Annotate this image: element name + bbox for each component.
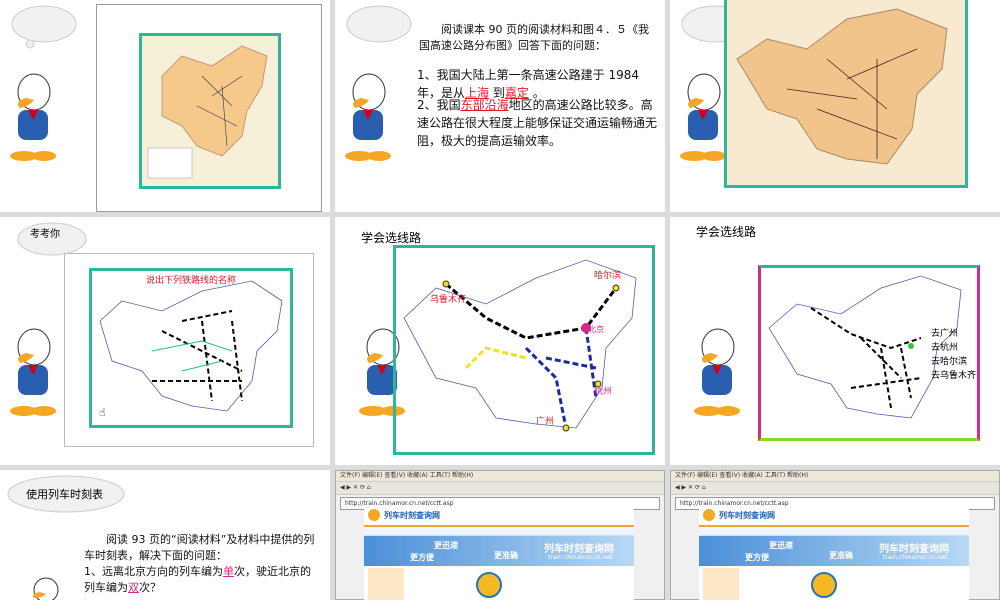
site-body	[699, 566, 969, 600]
route-harbin: 去哈尔滨	[931, 357, 968, 367]
site-name: 列车时刻查询网	[719, 511, 775, 520]
site-name: 列车时刻查询网	[384, 511, 440, 520]
banner-text-3: 更方便	[745, 553, 769, 562]
question-2: 2、我国东部沿海地区的高速公路比较多。高速公路在很大程度上能够保证交通运输畅通无…	[417, 98, 658, 148]
slide-title: 使用列车时刻表	[26, 488, 103, 501]
site-body	[364, 566, 634, 600]
map-frame: 说出下列铁路线的名称 ☝	[64, 253, 314, 447]
browser-window: 文件(F) 编辑(E) 查看(V) 收藏(A) 工具(T) 帮助(H) ◀ ▶ …	[670, 470, 1000, 600]
cloud-decoration	[11, 5, 77, 49]
train-site: 列车时刻查询网 更迅速 更方便 更准确 列车时刻查询网 train.chinam…	[699, 507, 969, 600]
highway-map-large	[724, 0, 968, 188]
browser-toolbar[interactable]: ◀ ▶ ✕ ⟳ ⌂	[671, 482, 999, 495]
map-title: 说出下列铁路线的名称	[146, 276, 237, 286]
highway-map	[139, 33, 281, 189]
cursor-icon: ☝	[99, 406, 106, 419]
banner-site-name: 列车时刻查询网	[544, 544, 614, 555]
slide-3[interactable]	[670, 0, 1000, 212]
site-logo-icon	[703, 509, 715, 521]
site-nav[interactable]	[699, 527, 969, 536]
query-button[interactable]	[811, 572, 837, 598]
slide-2[interactable]: 阅读课本 90 页的阅读材料和图４．５《我国高速公路分布图》回答下面的问题： 1…	[335, 0, 665, 212]
cloud-decoration	[346, 5, 412, 43]
railway-map: 说出下列铁路线的名称	[89, 268, 293, 428]
label-urumqi: 乌鲁木齐	[430, 295, 467, 305]
donald-duck-image	[10, 328, 56, 416]
route-urumqi: 去乌鲁木齐	[931, 371, 977, 381]
slide-8[interactable]: 文件(F) 编辑(E) 查看(V) 收藏(A) 工具(T) 帮助(H) ◀ ▶ …	[335, 470, 665, 600]
route-map-frame: 去广州 去杭州 去哈尔滨 去乌鲁木齐	[758, 265, 980, 441]
site-nav[interactable]	[364, 527, 634, 536]
donald-duck-image	[680, 73, 726, 161]
browser-window: 文件(F) 编辑(E) 查看(V) 收藏(A) 工具(T) 帮助(H) ◀ ▶ …	[335, 470, 665, 600]
label-guangzhou: 广州	[536, 417, 555, 427]
slide-1[interactable]	[0, 0, 330, 212]
site-banner: 更迅速 更方便 更准确 列车时刻查询网 train.chinamor.cn.ne…	[364, 536, 634, 566]
side-panel	[703, 568, 739, 600]
route-map: 哈尔滨 乌鲁木齐 北京 杭州 广州	[393, 245, 655, 455]
donald-duck-image	[32, 577, 59, 600]
label-harbin: 哈尔滨	[594, 271, 622, 281]
banner-text-1: 更迅速	[434, 541, 458, 550]
side-panel	[368, 568, 404, 600]
route-hangzhou: 去杭州	[931, 343, 959, 353]
map-frame	[96, 4, 322, 212]
browser-toolbar[interactable]: ◀ ▶ ✕ ⟳ ⌂	[336, 482, 664, 495]
slide-title: 考考你	[30, 229, 60, 240]
slide-title: 学会选线路	[361, 231, 422, 245]
label-hangzhou: 杭州	[594, 387, 613, 397]
reading-intro: 阅读 93 页的“阅读材料”及材料中提供的列车时刻表，解决下面的问题：	[84, 533, 315, 562]
route-guangzhou: 去广州	[931, 329, 959, 339]
site-header: 列车时刻查询网	[699, 507, 969, 527]
slide-7[interactable]: 使用列车时刻表 阅读 93 页的“阅读材料”及材料中提供的列车时刻表，解决下面的…	[0, 470, 330, 600]
slide-6[interactable]: 学会选线路 去广州 去杭州 去哈尔滨 去乌鲁木齐	[670, 217, 1000, 465]
banner-text-1: 更迅速	[769, 541, 793, 550]
reading-intro: 阅读课本 90 页的阅读材料和图４．５《我国高速公路分布图》回答下面的问题：	[419, 23, 649, 52]
slide-4[interactable]: 考考你 说出下列铁路线的名称 ☝	[0, 217, 330, 465]
site-header: 列车时刻查询网	[364, 507, 634, 527]
question-1: 1、远离北京方向的列车编为单次，驶近北京的列车编为双次？	[84, 565, 311, 594]
banner-site-name: 列车时刻查询网	[879, 544, 949, 555]
slide-9[interactable]: 文件(F) 编辑(E) 查看(V) 收藏(A) 工具(T) 帮助(H) ◀ ▶ …	[670, 470, 1000, 600]
site-logo-icon	[368, 509, 380, 521]
slide-title: 学会选线路	[696, 225, 757, 239]
banner-text-2: 更准确	[829, 551, 853, 560]
label-beijing: 北京	[588, 325, 604, 334]
banner-site-url: train.chinamor.cn.net	[548, 554, 613, 561]
train-site: 列车时刻查询网 更迅速 更方便 更准确 列车时刻查询网 train.chinam…	[364, 507, 634, 600]
donald-duck-image	[345, 73, 391, 161]
donald-duck-image	[10, 73, 56, 161]
query-button[interactable]	[476, 572, 502, 598]
browser-menu[interactable]: 文件(F) 编辑(E) 查看(V) 收藏(A) 工具(T) 帮助(H)	[336, 471, 664, 482]
donald-duck-image	[694, 328, 740, 416]
banner-text-2: 更准确	[494, 551, 518, 560]
site-banner: 更迅速 更方便 更准确 列车时刻查询网 train.chinamor.cn.ne…	[699, 536, 969, 566]
banner-site-url: train.chinamor.cn.net	[883, 554, 948, 561]
banner-text-3: 更方便	[410, 553, 434, 562]
browser-menu[interactable]: 文件(F) 编辑(E) 查看(V) 收藏(A) 工具(T) 帮助(H)	[671, 471, 999, 482]
slide-5[interactable]: 学会选线路 哈尔滨 乌鲁木齐 北京 杭州 广州	[335, 217, 665, 465]
